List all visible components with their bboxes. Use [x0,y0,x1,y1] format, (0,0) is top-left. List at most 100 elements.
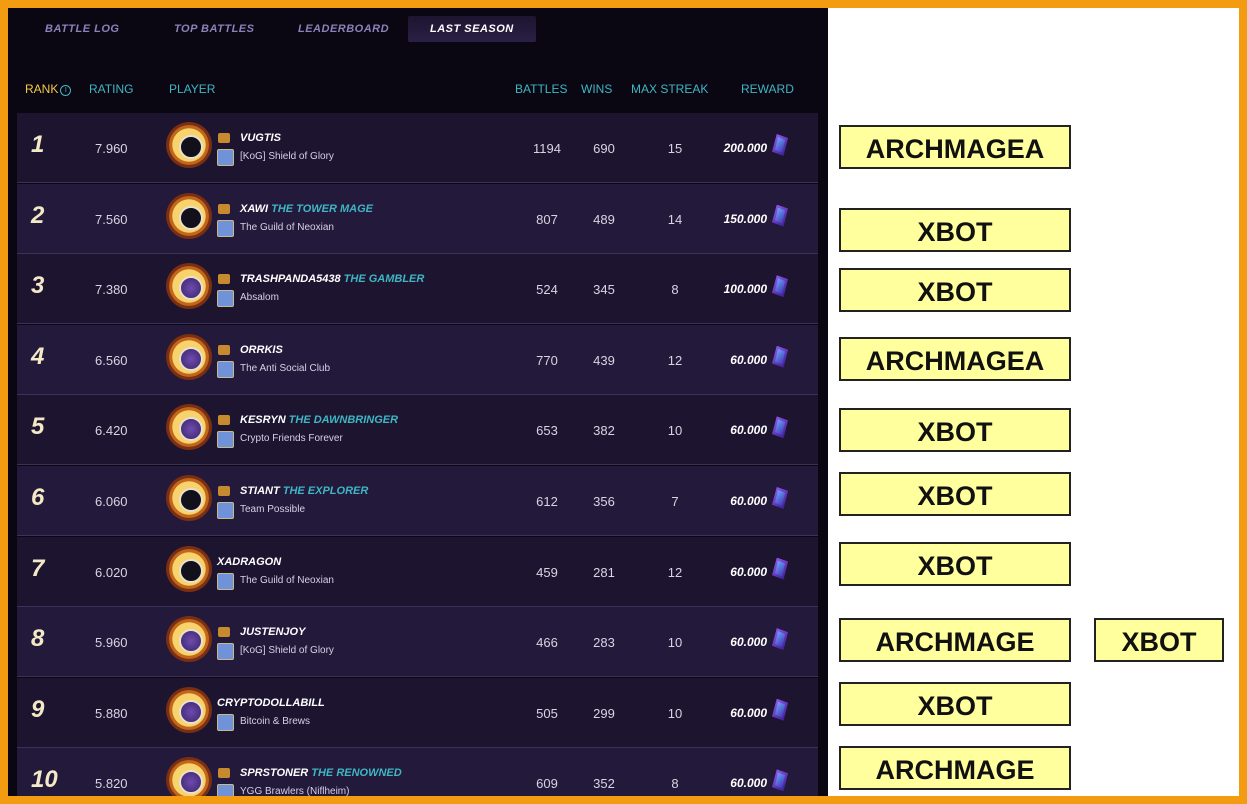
player-avatar[interactable] [169,266,209,307]
player-name-line[interactable]: KESRYN THE DAWNBRINGER [240,414,398,426]
player-avatar[interactable] [169,548,209,589]
rating-value: 6.420 [95,423,128,439]
title-badge-icon [218,274,230,285]
title-badge-icon [218,133,230,143]
rank-number: 3 [31,272,45,300]
player-avatar[interactable] [169,336,209,377]
dec-gem-icon [772,416,788,439]
battles-value: 459 [536,564,558,580]
guild-name[interactable]: Bitcoin & Brews [240,716,310,727]
table-row[interactable]: 1 7.960 VUGTIS [KoG] Shield of Glory 119… [17,113,818,183]
guild-crest-icon [217,572,234,590]
player-name-line[interactable]: CRYPTODOLLABILL [217,697,328,709]
dec-gem-icon [772,275,788,298]
player-avatar[interactable] [169,407,209,448]
info-icon[interactable]: i [60,85,72,96]
table-header: RANK i RATING PLAYER BATTLES WINS MAX STR… [8,82,828,102]
player-name[interactable]: ORRKIS [240,344,283,356]
table-row[interactable]: 8 5.960 JUSTENJOY [KoG] Shield of Glory … [17,607,818,678]
player-name-line[interactable]: XAWI THE TOWER MAGE [240,203,373,215]
max-streak-value: 15 [667,141,683,156]
guild-name[interactable]: Absalom [240,292,279,303]
guild-name[interactable]: The Anti Social Club [240,363,330,374]
player-name-line[interactable]: XADRAGON [217,556,284,568]
player-name[interactable]: XADRAGON [217,556,281,568]
battles-value: 466 [536,635,558,651]
guild-name[interactable]: [KoG] Shield of Glory [240,151,334,162]
tab-battle-log[interactable]: BATTLE LOG [45,16,119,42]
table-row[interactable]: 4 6.560 ORRKIS The Anti Social Club 770 … [17,324,818,395]
player-avatar[interactable] [169,760,209,796]
tab-bar: BATTLE LOG TOP BATTLES LEADERBOARD LAST … [8,8,828,48]
player-name[interactable]: XAWI [240,203,268,215]
player-name-line[interactable]: VUGTIS [240,132,284,144]
dec-gem-icon [772,698,788,721]
dec-gem-icon [772,345,788,368]
reward-value: 60.000 [730,564,767,579]
table-row[interactable]: 10 5.820 SPRSTONER THE RENOWNED YGG Brawl… [17,748,818,796]
player-name-line[interactable]: JUSTENJOY [240,626,308,638]
player-name[interactable]: STIANT [240,485,280,497]
player-name-line[interactable]: STIANT THE EXPLORER [240,485,368,497]
rating-value: 5.960 [95,635,128,651]
player-name-line[interactable]: ORRKIS [240,344,286,356]
dec-gem-icon [772,134,788,156]
rank-number: 4 [31,342,45,370]
rating-value: 5.820 [95,776,128,792]
column-header-rating[interactable]: RATING [89,82,133,96]
reward-value: 60.000 [730,635,767,650]
player-name[interactable]: JUSTENJOY [240,626,305,638]
player-name-line[interactable]: TRASHPANDA5438 THE GAMBLER [240,273,424,285]
table-row[interactable]: 3 7.380 TRASHPANDA5438 THE GAMBLER Absalo… [17,254,818,325]
max-streak-value: 10 [667,705,683,721]
guild-name[interactable]: Team Possible [240,504,305,515]
table-row[interactable]: 5 6.420 KESRYN THE DAWNBRINGER Crypto Fri… [17,395,818,466]
column-header-battles: BATTLES [515,82,568,96]
wins-value: 489 [593,211,615,227]
tab-top-battles[interactable]: TOP BATTLES [174,16,254,42]
player-name-line[interactable]: SPRSTONER THE RENOWNED [240,767,402,779]
table-row[interactable]: 7 6.020 XADRAGON The Guild of Neoxian 45… [17,536,818,607]
annotation-label: ARCHMAGE [839,746,1071,790]
guild-name[interactable]: [KoG] Shield of Glory [240,645,334,656]
reward-value: 200.000 [723,141,767,155]
reward-value: 60.000 [730,776,767,791]
battles-value: 770 [536,352,558,368]
annotation-label: XBOT [839,682,1071,726]
player-title: THE RENOWNED [311,767,402,780]
player-avatar[interactable] [169,195,209,236]
rank-number: 2 [31,201,45,229]
table-row[interactable]: 2 7.560 XAWI THE TOWER MAGE The Guild of … [17,183,818,254]
player-name[interactable]: KESRYN [240,414,286,426]
player-name[interactable]: CRYPTODOLLABILL [217,697,325,709]
column-header-player: PLAYER [169,82,216,96]
guild-name[interactable]: YGG Brawlers (Niflheim) [240,786,349,796]
table-row[interactable]: 6 6.060 STIANT THE EXPLORER Team Possible… [17,465,818,536]
guild-crest-icon [217,149,234,166]
guild-name[interactable]: The Guild of Neoxian [240,222,334,233]
column-header-reward: REWARD [741,82,794,96]
player-avatar[interactable] [169,125,209,165]
rating-value: 6.020 [95,564,128,580]
rating-value: 6.060 [95,493,128,509]
dec-gem-icon [772,557,788,580]
tab-last-season[interactable]: LAST SEASON [408,16,536,42]
title-badge-icon [218,203,230,214]
table-row[interactable]: 9 5.880 CRYPTODOLLABILL Bitcoin & Brews … [17,677,818,748]
guild-name[interactable]: The Guild of Neoxian [240,575,334,586]
column-header-wins: WINS [581,82,613,96]
player-name[interactable]: TRASHPANDA5438 [240,273,341,285]
player-avatar[interactable] [169,477,209,518]
battles-value: 505 [536,705,558,721]
guild-crest-icon [217,501,234,519]
player-name[interactable]: SPRSTONER [240,767,308,779]
player-name[interactable]: VUGTIS [240,132,281,144]
wins-value: 439 [593,352,615,368]
player-avatar[interactable] [169,619,209,660]
battles-value: 807 [536,211,558,227]
player-avatar[interactable] [169,689,209,730]
tab-leaderboard[interactable]: LEADERBOARD [298,16,389,42]
guild-name[interactable]: Crypto Friends Forever [240,433,343,444]
dec-gem-icon [772,204,788,227]
rating-value: 7.380 [95,282,128,298]
